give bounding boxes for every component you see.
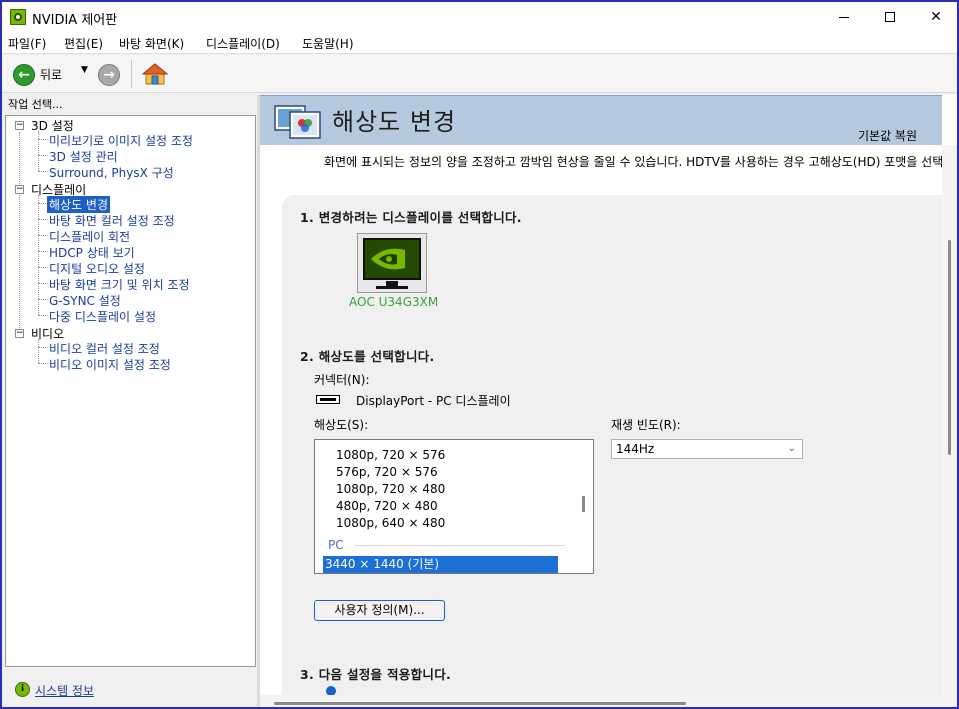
refresh-rate-label: 재생 빈도(R):: [611, 418, 681, 432]
tree-collapse-display-icon[interactable]: −: [15, 185, 24, 194]
tree-connector: [38, 283, 48, 284]
tree-item-desktop-size-position[interactable]: 바탕 화면 크기 및 위치 조정: [49, 276, 190, 293]
window-title: NVIDIA 제어판: [32, 13, 118, 28]
nvidia-app-icon: [10, 9, 26, 25]
resolution-option-selected[interactable]: 3440 × 1440 (기본): [323, 556, 558, 573]
resolution-list-scrollbar[interactable]: [582, 496, 585, 512]
settings-panel: 1. 변경하려는 디스플레이를 선택합니다. AOC U34G3XM 2. 해상…: [282, 195, 942, 707]
toolbar: ← 뒤로 ▼ →: [2, 55, 957, 93]
history-dropdown-icon[interactable]: ▼: [81, 65, 88, 75]
tree-connector: [38, 347, 48, 348]
resolution-option[interactable]: 1080p, 720 × 480: [336, 482, 445, 496]
tree-connector: [38, 363, 48, 364]
tree-root-line: [19, 132, 20, 332]
tree-item-preview-image-settings[interactable]: 미리보기로 이미지 설정 조정: [49, 132, 193, 149]
menu-file[interactable]: 파일(F): [8, 35, 46, 52]
system-info-link[interactable]: 시스템 정보: [35, 682, 94, 699]
monitor-base: [376, 286, 408, 289]
horizontal-scrollbar[interactable]: [260, 695, 942, 707]
tree-connector: [38, 219, 48, 220]
tree-item-rotate-display[interactable]: 디스플레이 회전: [49, 228, 130, 245]
tree-item-video-color[interactable]: 비디오 컬러 설정 조정: [49, 340, 160, 357]
vertical-scrollbar[interactable]: [942, 145, 957, 707]
close-button[interactable]: ✕: [913, 2, 957, 32]
section-select-resolution: 2. 해상도를 선택합니다.: [300, 349, 435, 364]
monitor-icon: [363, 238, 421, 280]
task-select-label: 작업 선택...: [8, 98, 63, 111]
tree-item-digital-audio[interactable]: 디지털 오디오 설정: [49, 260, 145, 277]
resolution-list[interactable]: 1080p, 720 × 576 576p, 720 × 576 1080p, …: [314, 439, 594, 574]
customize-button[interactable]: 사용자 정의(M)...: [314, 600, 445, 621]
info-icon: i: [15, 682, 30, 697]
page-description: 화면에 표시되는 정보의 양을 조정하고 깜박임 현상을 줄일 수 있습니다. …: [324, 155, 955, 169]
tree-connector: [38, 299, 48, 300]
refresh-rate-select[interactable]: 144Hz ⌄: [611, 439, 803, 459]
tree-connector: [38, 139, 48, 140]
display-monitor-tile[interactable]: [357, 233, 427, 293]
menu-help[interactable]: 도움말(H): [302, 35, 354, 52]
chevron-down-icon: ⌄: [787, 443, 796, 454]
tree-collapse-video-icon[interactable]: −: [15, 329, 24, 338]
resolution-label: 해상도(S):: [314, 418, 369, 432]
close-icon: ✕: [930, 9, 942, 25]
vertical-scroll-thumb[interactable]: [948, 240, 951, 455]
menu-bar: 파일(F) 편집(E) 바탕 화면(K) 디스플레이(D) 도움말(H): [2, 32, 957, 54]
minimize-button[interactable]: [821, 2, 867, 32]
menu-display[interactable]: 디스플레이(D): [206, 35, 280, 52]
section-apply-settings: 3. 다음 설정을 적용합니다.: [300, 667, 452, 682]
tree-connector: [38, 171, 48, 172]
resolution-option[interactable]: 480p, 720 × 480: [336, 499, 438, 513]
tree-item-gsync[interactable]: G-SYNC 설정: [49, 292, 121, 309]
minimize-icon: [839, 16, 849, 18]
resolution-option[interactable]: 576p, 720 × 576: [336, 465, 438, 479]
home-icon[interactable]: [142, 62, 168, 86]
tree-connector: [38, 315, 48, 316]
page-header: 해상도 변경 기본값 복원: [260, 95, 942, 145]
connector-value: DisplayPort - PC 디스플레이: [356, 394, 511, 408]
tree-connector: [38, 155, 48, 156]
tree-item-manage-3d-settings[interactable]: 3D 설정 관리: [49, 148, 118, 165]
page-title: 해상도 변경: [332, 108, 457, 136]
horizontal-scroll-thumb[interactable]: [274, 702, 686, 705]
maximize-icon: [885, 12, 895, 22]
refresh-rate-value: 144Hz: [616, 442, 655, 456]
nvidia-eye-icon: [365, 240, 419, 278]
back-button-label[interactable]: 뒤로: [40, 66, 62, 83]
tree-item-desktop-color[interactable]: 바탕 화면 컬러 설정 조정: [49, 212, 175, 229]
task-tree: − 3D 설정 미리보기로 이미지 설정 조정 3D 설정 관리 Surroun…: [5, 115, 256, 667]
toolbar-separator: [131, 60, 132, 88]
tree-connector: [38, 251, 48, 252]
forward-arrow-icon[interactable]: →: [98, 64, 120, 86]
resolution-option[interactable]: 1080p, 720 × 576: [336, 448, 445, 462]
tree-collapse-3d-icon[interactable]: −: [15, 121, 24, 130]
monitor-name[interactable]: AOC U34G3XM: [349, 295, 438, 309]
display-resolution-icon: [274, 105, 321, 139]
tree-item-change-resolution[interactable]: 해상도 변경: [47, 196, 111, 213]
title-bar: NVIDIA 제어판 ✕: [2, 2, 957, 32]
content-pane: 해상도 변경 기본값 복원 화면에 표시되는 정보의 양을 조정하고 깜박임 현…: [260, 95, 957, 707]
group-divider: [355, 545, 565, 546]
tree-branch-line: [38, 339, 39, 363]
tree-connector: [38, 267, 48, 268]
back-arrow-icon[interactable]: ←: [13, 64, 35, 86]
connector-label: 커넥터(N):: [314, 373, 370, 387]
tree-connector: [38, 235, 48, 236]
restore-defaults-link[interactable]: 기본값 복원: [858, 127, 917, 144]
menu-edit[interactable]: 편집(E): [64, 35, 103, 52]
menu-desktop[interactable]: 바탕 화면(K): [119, 35, 184, 52]
nvidia-control-panel-window: NVIDIA 제어판 ✕ 파일(F) 편집(E) 바탕 화면(K) 디스플레이(…: [0, 0, 959, 709]
maximize-button[interactable]: [867, 2, 913, 32]
displayport-icon: [316, 395, 340, 404]
resolution-option[interactable]: 1080p, 640 × 480: [336, 516, 445, 530]
tree-branch-line: [38, 195, 39, 315]
tree-item-hdcp-status[interactable]: HDCP 상태 보기: [49, 244, 135, 261]
resolution-group-pc: PC: [328, 538, 344, 552]
tree-item-video-image[interactable]: 비디오 이미지 설정 조정: [49, 356, 171, 373]
tree-branch-line: [38, 131, 39, 171]
tree-item-surround-physx[interactable]: Surround, PhysX 구성: [49, 164, 174, 181]
section-select-display: 1. 변경하려는 디스플레이를 선택합니다.: [300, 210, 522, 225]
tree-item-multiple-displays[interactable]: 다중 디스플레이 설정: [49, 308, 156, 325]
